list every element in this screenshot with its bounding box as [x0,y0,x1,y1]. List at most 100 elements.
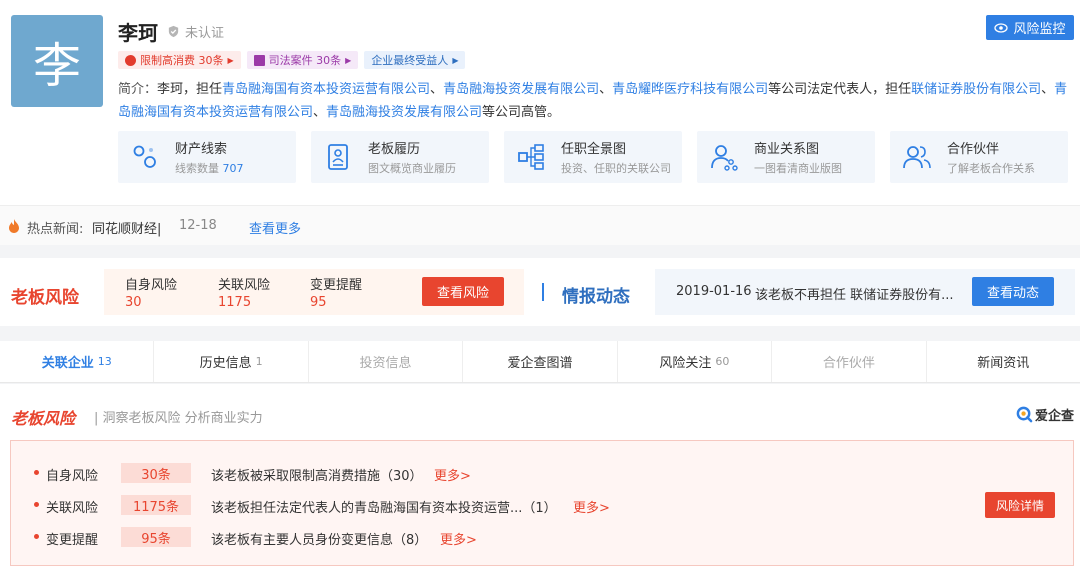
tab-label: 历史信息 [199,356,252,371]
risk-intel-bar: 老板风险 自身风险 30 关联风险 1175 变更提醒 95 查看风险 情报动态… [0,258,1080,326]
caret-right-icon: ▶ [345,55,352,65]
card-title: 老板履历 [368,142,421,157]
eye-icon [994,22,1009,33]
risk-row-label: 自身风险 [46,469,99,484]
risk-row-label: 变更提醒 [46,533,99,548]
risk-row-change: 变更提醒 95条 该老板有主要人员身份变更信息（8） 更多> [11,527,1011,548]
risk-summary-self[interactable]: 自身风险 30 [125,274,177,310]
aiqicha-logo-icon [1016,406,1033,423]
card-partners[interactable]: 合作伙伴 了解老板合作关系 [890,131,1068,183]
separator: 、 [430,82,444,97]
tab-label: 投资信息 [359,356,412,371]
risk-summary-label: 关联风险 [218,278,271,293]
news-date: 12-18 [179,218,217,233]
person-name: 李珂 [118,21,158,45]
intro-text: 等公司高管。 [482,105,561,120]
intel-title: 情报动态 [562,287,630,307]
company-link[interactable]: 联储证券股份有限公司 [911,82,1041,97]
intel-summary: 2019-01-16 该老板不再担任 联储证券股份有... 查看动态 [655,269,1075,315]
tab-label: 关联企业 [41,356,94,371]
card-boss-resume[interactable]: 老板履历 图文概览商业履历 [311,131,489,183]
risk-summary-change[interactable]: 变更提醒 95 [310,274,362,310]
tab-investment[interactable]: 投资信息 [309,341,464,382]
verify-status: 未认证 [167,22,224,41]
news-source[interactable]: 同花顺财经| [92,218,161,237]
clue-count: 707 [222,162,244,175]
tag-restricted-consumption[interactable]: 限制高消费 30条 ▶ [118,51,241,69]
shield-check-icon [168,25,179,38]
bullet-dot [34,502,39,507]
feature-cards: 财产线索 线索数量 707 老板履历 图文概览商业履历 任职全景图 投资、任职的… [118,131,1068,183]
avatar: 李 [11,15,103,107]
news-label: 热点新闻: [27,222,84,237]
tab-count: 13 [97,355,112,368]
tab-risk-watch[interactable]: 风险关注 60 [618,341,773,382]
intel-text[interactable]: 该老板不再担任 联储证券股份有... [755,284,954,303]
boss-risk-section: 老板风险 | 洞察老板风险 分析商业实力 爱企查 自身风险 30条 该老板被采取… [0,384,1080,588]
company-link[interactable]: 青岛融海国有资本投资运营有限公司 [222,82,430,97]
profile-header: 李 李珂 未认证 风险监控 限制高消费 30条 ▶ 司法案件 30条 ▶ 企业最… [0,0,1080,205]
section-subtitle: | 洞察老板风险 分析商业实力 [94,411,263,426]
card-position-panorama[interactable]: 任职全景图 投资、任职的关联公司 [504,131,682,183]
tab-related-companies[interactable]: 关联企业 13 [0,341,155,382]
risk-summary-label: 变更提醒 [310,278,363,293]
tab-graph[interactable]: 爱企查图谱 [463,341,618,382]
profile-intro: 简介：李珂，担任青岛融海国有资本投资运营有限公司、青岛融海投资发展有限公司、青岛… [118,78,1068,124]
card-subtitle: 了解老板合作关系 [947,162,1035,175]
card-property-clues[interactable]: 财产线索 线索数量 707 [118,131,296,183]
company-link[interactable]: 青岛融海投资发展有限公司 [443,82,599,97]
separator: 、 [313,105,327,120]
org-chart-icon [518,144,544,170]
risk-row-related: 关联风险 1175条 该老板担任法定代表人的青岛融海国有资本投资运营...（1）… [11,495,1011,516]
risk-detail-button[interactable]: 风险详情 [985,492,1055,518]
tag-beneficiary[interactable]: 企业最终受益人 ▶ [364,51,466,69]
risk-summary-value: 1175 [218,295,252,310]
risk-row-more-link[interactable]: 更多> [440,529,477,548]
tag-label: 限制高消费 30条 [140,54,224,67]
separator: 、 [1041,82,1055,97]
view-intel-button[interactable]: 查看动态 [972,277,1054,306]
card-business-relation[interactable]: 商业关系图 一图看清商业版图 [697,131,875,183]
card-subtitle: 图文概览商业履历 [368,162,456,175]
card-title: 合作伙伴 [947,142,1000,157]
partners-icon [903,146,931,169]
content-tabs: 关联企业 13 历史信息 1 投资信息 爱企查图谱 风险关注 60 合作伙伴 新… [0,341,1080,383]
risk-row-self: 自身风险 30条 该老板被采取限制高消费措施（30） 更多> [11,463,1011,484]
company-link[interactable]: 青岛融海投资发展有限公司 [326,105,482,120]
risk-row-text: 该老板有主要人员身份变更信息（8） [211,533,428,548]
company-link[interactable]: 青岛耀晔医疗科技有限公司 [612,82,768,97]
risk-row-count: 95条 [121,527,191,547]
risk-row-text: 该老板担任法定代表人的青岛融海国有资本投资运营...（1） [211,501,557,516]
tab-count: 60 [715,355,730,368]
risk-row-more-link[interactable]: 更多> [434,465,471,484]
risk-row-label: 关联风险 [46,501,99,516]
divider [542,283,544,301]
brand-name: 爱企查 [1034,409,1074,424]
risk-monitor-label: 风险监控 [1013,22,1066,37]
card-title: 任职全景图 [561,142,627,157]
risk-summary-label: 自身风险 [125,278,178,293]
hot-news-bar: 热点新闻: 同花顺财经| 12-18 查看更多 [0,205,1080,245]
tag-judicial-cases[interactable]: 司法案件 30条 ▶ [246,51,359,69]
caret-right-icon: ▶ [452,55,459,65]
card-title: 财产线索 [175,142,228,157]
section-title: 老板风险 [11,409,76,428]
tab-label: 爱企查图谱 [507,356,573,371]
brand-logo: 爱企查 [1016,405,1074,424]
tab-news[interactable]: 新闻资讯 [927,341,1080,382]
tab-partners[interactable]: 合作伙伴 [772,341,927,382]
intel-date: 2019-01-16 [676,284,752,299]
news-more-link[interactable]: 查看更多 [249,218,301,237]
card-subtitle: 线索数量 707 [175,162,244,175]
intro-text: 等公司法定代表人，担任 [768,82,912,97]
risk-row-count: 1175条 [121,495,191,515]
risk-monitor-button[interactable]: 风险监控 [986,15,1074,40]
boss-risk-summary: 自身风险 30 关联风险 1175 变更提醒 95 查看风险 [104,269,524,315]
risk-summary-related[interactable]: 关联风险 1175 [218,274,270,310]
tab-history[interactable]: 历史信息 1 [154,341,309,382]
view-risk-button[interactable]: 查看风险 [422,277,504,306]
risk-row-count: 30条 [121,463,191,483]
card-title: 商业关系图 [754,142,820,157]
card-subtitle: 投资、任职的关联公司 [561,162,671,175]
risk-row-more-link[interactable]: 更多> [573,497,610,516]
